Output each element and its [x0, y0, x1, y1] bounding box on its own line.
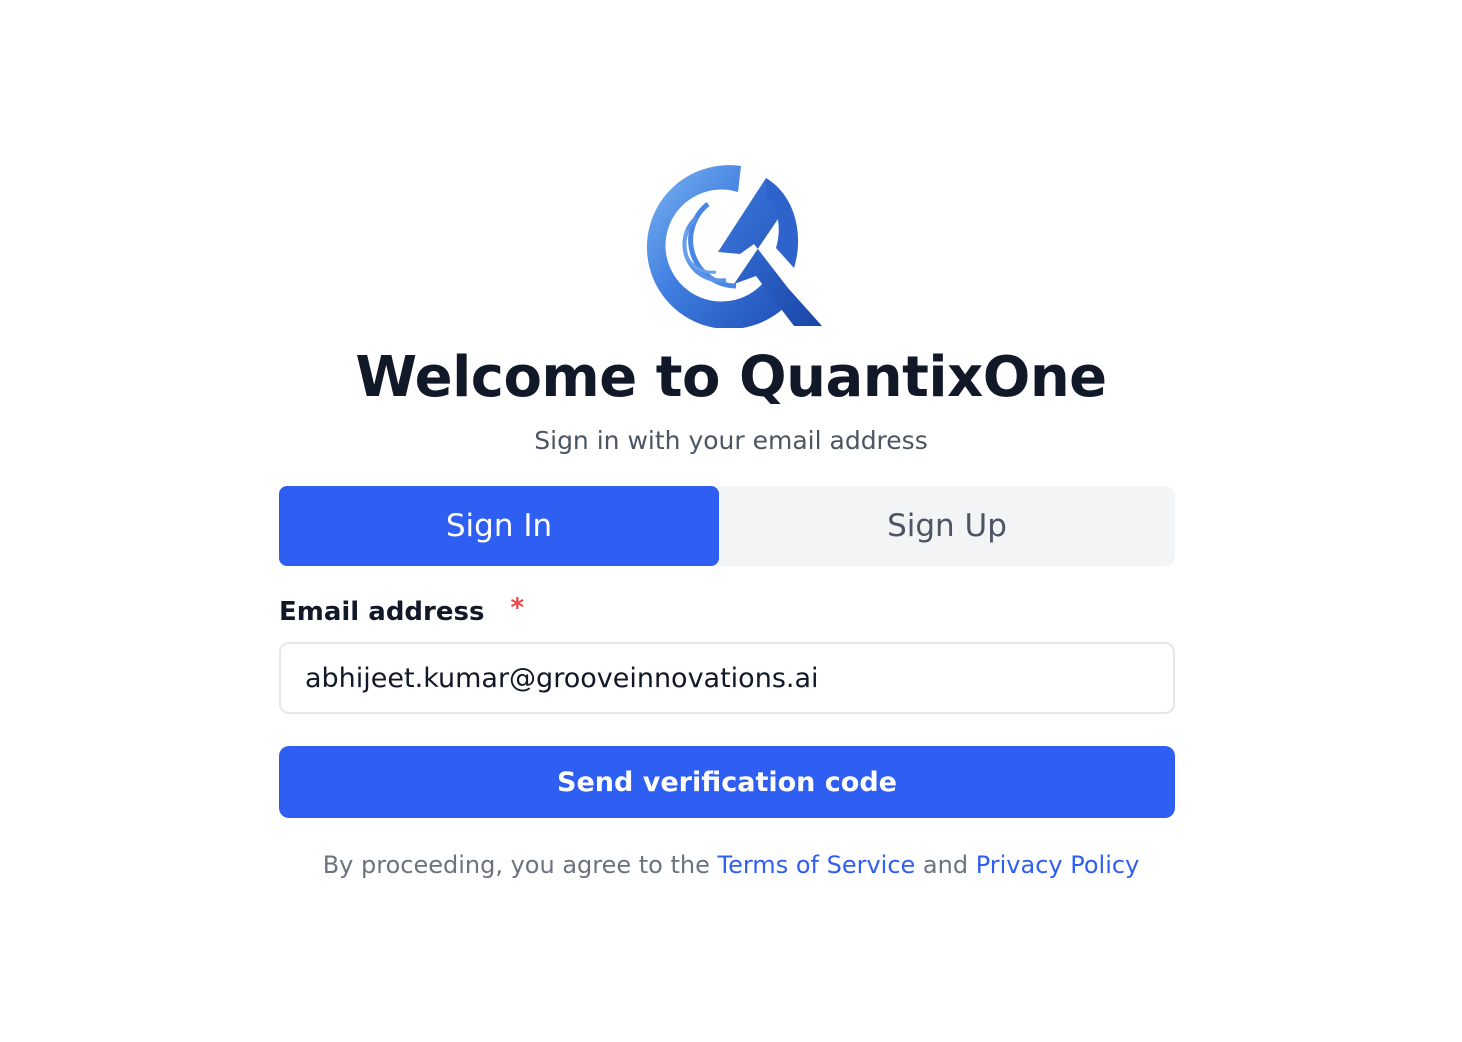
sign-in-page: Welcome to QuantixOne Sign in with your …	[0, 0, 1462, 1042]
tab-sign-in[interactable]: Sign In	[279, 486, 719, 566]
email-label: Email address	[279, 597, 485, 627]
privacy-policy-link[interactable]: Privacy Policy	[976, 851, 1140, 879]
legal-conjunction: and	[922, 851, 969, 879]
legal-prefix: By proceeding, you agree to the	[322, 851, 710, 879]
auth-tabs: Sign In Sign Up	[279, 486, 1175, 566]
page-title: Welcome to QuantixOne	[355, 345, 1107, 410]
legal-notice: By proceeding, you agree to the Terms of…	[0, 848, 1462, 882]
email-label-row: Email address *	[279, 592, 524, 632]
email-input[interactable]	[279, 642, 1175, 714]
required-indicator: *	[510, 593, 525, 623]
tab-sign-up[interactable]: Sign Up	[719, 486, 1175, 566]
terms-of-service-link[interactable]: Terms of Service	[718, 851, 916, 879]
quantixone-logo-icon	[646, 165, 822, 328]
page-subtitle: Sign in with your email address	[534, 426, 928, 455]
send-verification-code-button[interactable]: Send verification code	[279, 746, 1175, 818]
